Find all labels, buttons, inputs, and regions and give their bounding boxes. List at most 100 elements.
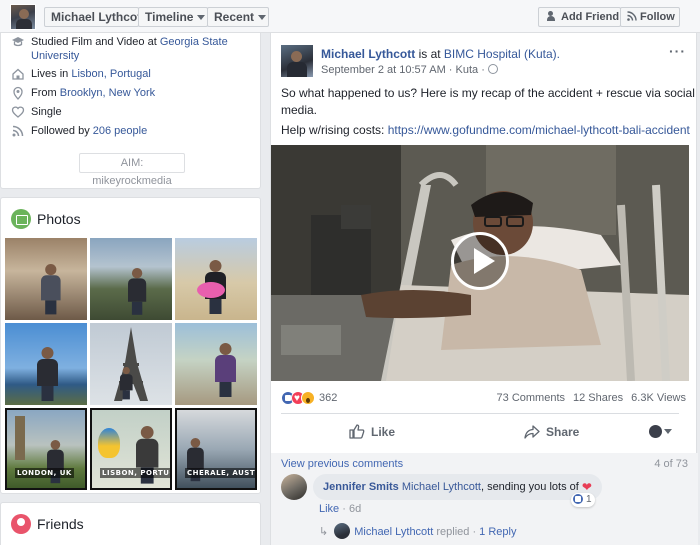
photo-caption: LONDON, UK bbox=[15, 468, 74, 478]
views-count: 6.3K Views bbox=[631, 392, 686, 404]
mention-link[interactable]: Michael Lythcott bbox=[402, 481, 481, 493]
location-pin-icon bbox=[13, 86, 23, 100]
friends-icon bbox=[11, 514, 31, 534]
post-text-line1: So what happened to us? Here is my recap… bbox=[281, 86, 695, 100]
shares-count-link[interactable]: 12 Shares bbox=[573, 392, 623, 404]
share-label: Share bbox=[546, 425, 580, 439]
post-timestamp[interactable]: September 2 at 10:57 AM bbox=[321, 64, 446, 76]
post-checkin-text: is at bbox=[415, 47, 444, 61]
comments-count-link[interactable]: 73 Comments bbox=[497, 392, 565, 404]
photos-icon bbox=[11, 209, 31, 229]
play-button-icon[interactable] bbox=[451, 232, 509, 290]
photo-caption: LISBON, PORTUGAL bbox=[100, 468, 170, 478]
intro-from-text: From Brooklyn, New York bbox=[31, 86, 155, 100]
from-prefix: From bbox=[31, 87, 60, 99]
comment-bubble: Jennifer Smits Michael Lythcott, sending… bbox=[313, 474, 602, 500]
commenter-avatar[interactable] bbox=[281, 474, 307, 500]
rss-icon bbox=[12, 125, 24, 137]
reply-count-link[interactable]: 1 Reply bbox=[479, 526, 516, 538]
hometown-link[interactable]: Brooklyn, New York bbox=[60, 87, 155, 99]
aim-contact: AIM: mikeyrockmedia bbox=[79, 153, 185, 187]
post-author-avatar[interactable] bbox=[281, 45, 313, 77]
comment-text: , sending you lots of bbox=[480, 481, 579, 493]
comment-pagination: 4 of 73 bbox=[654, 458, 688, 470]
comment-age: · 6d bbox=[339, 503, 362, 515]
photo-thumbnail[interactable] bbox=[175, 323, 257, 405]
view-previous-comments-link[interactable]: View previous comments bbox=[281, 458, 403, 470]
rss-icon bbox=[627, 11, 637, 21]
school-link-line2[interactable]: University bbox=[31, 50, 79, 62]
photo-thumbnail[interactable] bbox=[90, 238, 172, 320]
globe-icon bbox=[487, 64, 498, 74]
follow-label: Follow bbox=[640, 11, 675, 23]
follow-button[interactable]: Follow bbox=[620, 7, 680, 27]
timeline-post: Michael Lythcott is at BIMC Hospital (Ku… bbox=[270, 33, 698, 545]
clock-tower bbox=[15, 416, 25, 460]
photo-thumbnail[interactable]: LONDON, UK bbox=[5, 408, 87, 490]
post-help-line: Help w/rising costs: https://www.gofundm… bbox=[281, 122, 690, 139]
reply-author[interactable]: Michael Lythcott bbox=[354, 526, 433, 538]
chevron-down-icon bbox=[258, 15, 267, 21]
share-button[interactable]: Share bbox=[524, 419, 579, 445]
comment-reaction-count[interactable]: 1 bbox=[571, 493, 595, 507]
education-prefix: Studied Film and Video at bbox=[31, 36, 160, 48]
post-as-selector[interactable] bbox=[649, 425, 675, 439]
profile-name-button[interactable]: Michael Lythcott bbox=[44, 7, 145, 27]
post-body: So what happened to us? Here is my recap… bbox=[281, 85, 695, 119]
recent-label: Recent bbox=[214, 10, 255, 24]
photo-thumbnail[interactable] bbox=[5, 323, 87, 405]
divider bbox=[281, 413, 679, 414]
post-location: · Kuta · bbox=[445, 64, 485, 76]
profile-top-bar: Michael Lythcott Timeline Recent Add Fri… bbox=[0, 0, 700, 33]
person-figure bbox=[37, 347, 58, 401]
followers-link[interactable]: 206 people bbox=[93, 125, 147, 137]
person-figure bbox=[41, 264, 61, 315]
post-place-link[interactable]: BIMC Hospital (Kuta). bbox=[444, 47, 560, 61]
photo-thumbnail[interactable] bbox=[90, 323, 172, 405]
timeline-dropdown[interactable]: Timeline bbox=[138, 7, 208, 27]
post-header: Michael Lythcott is at BIMC Hospital (Ku… bbox=[321, 47, 560, 61]
recent-dropdown[interactable]: Recent bbox=[207, 7, 269, 27]
commenter-name-link[interactable]: Jennifer Smits bbox=[323, 481, 399, 493]
heart-outline-icon bbox=[11, 106, 25, 118]
graduation-cap-icon bbox=[12, 37, 24, 47]
like-reaction-icon bbox=[572, 493, 584, 506]
profile-avatar-thumbnail[interactable] bbox=[10, 4, 36, 30]
add-friend-label: Add Friend bbox=[561, 11, 620, 23]
help-prefix: Help w/rising costs: bbox=[281, 123, 388, 137]
photo-thumbnail[interactable]: CHERALE, AUSTRALIA bbox=[175, 408, 257, 490]
post-meta: September 2 at 10:57 AM · Kuta · bbox=[321, 64, 498, 76]
video-player[interactable] bbox=[271, 145, 689, 381]
add-friend-button[interactable]: Add Friend bbox=[538, 7, 621, 27]
like-button[interactable]: Like bbox=[349, 419, 395, 445]
friends-card: Friends bbox=[0, 502, 261, 545]
friends-title: Friends bbox=[37, 516, 84, 532]
gofundme-link[interactable]: https://www.gofundme.com/michael-lythcot… bbox=[388, 123, 690, 137]
reply-summary[interactable]: ↳ Michael Lythcott replied · 1 Reply bbox=[319, 523, 516, 539]
comment-like-link[interactable]: Like bbox=[319, 503, 339, 515]
home-icon bbox=[12, 68, 24, 80]
parrot bbox=[98, 428, 120, 458]
timeline-label: Timeline bbox=[145, 10, 194, 24]
add-friend-icon bbox=[547, 11, 558, 21]
current-city-link[interactable]: Lisbon, Portugal bbox=[71, 68, 151, 80]
more-options-icon[interactable]: ··· bbox=[669, 43, 686, 59]
relationship-status: Single bbox=[31, 106, 62, 118]
photos-header[interactable]: Photos bbox=[11, 208, 81, 230]
reply-author-avatar bbox=[334, 523, 351, 539]
comment-actions: Like · 6d bbox=[319, 503, 361, 515]
post-stats: 73 Comments 12 Shares 6.3K Views bbox=[489, 390, 686, 406]
photo-thumbnail[interactable] bbox=[175, 238, 257, 320]
comment-reaction-number: 1 bbox=[586, 494, 592, 505]
reply-arrow-icon: ↳ bbox=[319, 526, 329, 538]
photo-thumbnail[interactable]: LISBON, PORTUGAL bbox=[90, 408, 172, 490]
intro-education-text: Studied Film and Video at Georgia State U… bbox=[31, 35, 228, 63]
photo-caption: CHERALE, AUSTRALIA bbox=[185, 468, 255, 478]
reply-text: replied bbox=[433, 526, 473, 538]
school-link[interactable]: Georgia State bbox=[160, 36, 228, 48]
reaction-summary[interactable]: 362 bbox=[281, 390, 337, 407]
photo-thumbnail[interactable] bbox=[5, 238, 87, 320]
intro-card: Studied Film and Video at Georgia State U… bbox=[0, 33, 261, 189]
post-author-link[interactable]: Michael Lythcott bbox=[321, 47, 415, 61]
friends-header[interactable]: Friends bbox=[11, 513, 84, 535]
